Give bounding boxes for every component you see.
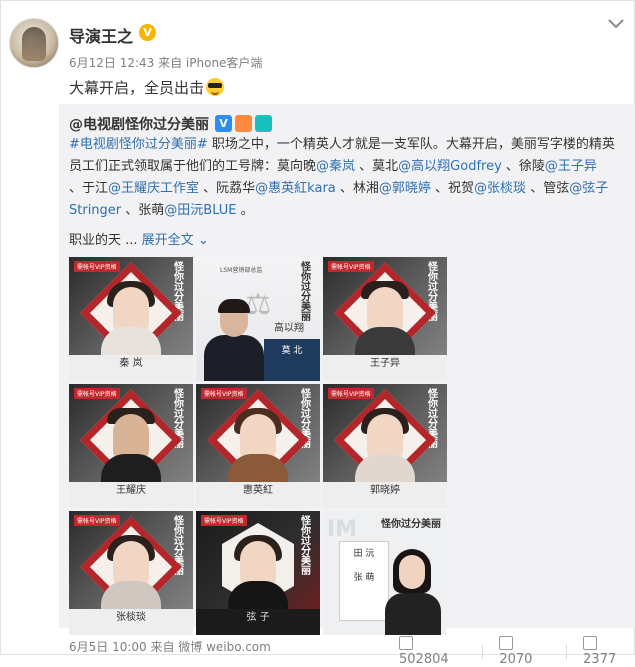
- fire-badge-icon: [235, 115, 252, 132]
- repost-text-line-1: #电视剧怪你过分美丽# 职场之中，一个精英人才就是一支军队。大幕开启，美丽写字楼…: [69, 134, 629, 156]
- comment-button[interactable]: 2070: [499, 636, 550, 667]
- role-badge: 莫 北: [264, 339, 320, 381]
- vip-label: 需帐号VIP资格: [74, 515, 120, 526]
- mention-link[interactable]: @秦岚: [316, 159, 355, 174]
- text-span: 、阮荔华: [199, 181, 256, 196]
- body: [228, 454, 288, 484]
- vip-label: 需帐号VIP资格: [201, 515, 247, 526]
- mention-link[interactable]: @王耀庆工作室: [108, 181, 199, 196]
- mention-link[interactable]: @惠英紅kara: [255, 181, 336, 196]
- name-plate: 张棪琰: [69, 609, 193, 635]
- mention-link[interactable]: #电视剧怪你过分美丽#: [69, 137, 208, 152]
- mention-link[interactable]: Stringer: [69, 203, 121, 218]
- show-logo: 怪你过分美丽: [301, 516, 311, 577]
- mention-link[interactable]: @郭晓婷: [379, 181, 431, 196]
- mention-link[interactable]: @弦子: [569, 181, 608, 196]
- verified-icon: V: [139, 24, 156, 41]
- post-text-content: 大幕开启，全员出击: [69, 79, 205, 97]
- vip-label: 需帐号VIP资格: [328, 261, 374, 272]
- grid-image-5[interactable]: 需帐号VIP资格 怪你过分美丽 惠英紅: [196, 384, 320, 508]
- vip-label: 需帐号VIP资格: [74, 261, 120, 272]
- repost-button[interactable]: 502804: [399, 636, 466, 667]
- body: [355, 327, 415, 357]
- portrait: [204, 297, 264, 381]
- grid-image-9[interactable]: IM 怪你过分美丽 田 沅 张 萌: [323, 511, 447, 635]
- name-plate: 惠英紅: [196, 482, 320, 508]
- like-button[interactable]: 2377: [583, 636, 634, 667]
- grid-image-7[interactable]: 需帐号VIP资格 怪你过分美丽 张棪琰: [69, 511, 193, 635]
- text-span: 员工们正式领取属于他们的工号牌：莫向晚: [69, 159, 317, 174]
- mention-link[interactable]: @高以翔Godfrey: [398, 159, 502, 174]
- divider: [482, 644, 484, 659]
- mention-link[interactable]: @张棪琰: [474, 181, 526, 196]
- expand-row: 职业的天 ... 展开全文 ⌄: [69, 229, 209, 248]
- grid-image-3[interactable]: 需帐号VIP资格 怪你过分美丽 王子异: [323, 257, 447, 381]
- body: [355, 454, 415, 484]
- mention-link[interactable]: @王子异: [545, 159, 597, 174]
- name-plate: 秦 岚: [69, 355, 193, 381]
- text-span: 。: [236, 203, 254, 218]
- grid-image-2[interactable]: LSM营销部总监 怪你过分美丽 ⚖ 高以翔 莫 北: [196, 257, 320, 381]
- text-span: 、林湘: [335, 181, 379, 196]
- repost-text-line-2: 员工们正式领取属于他们的工号牌：莫向晚@秦岚 、莫北@高以翔Godfrey 、徐…: [69, 156, 629, 178]
- vip-label: 需帐号VIP资格: [74, 388, 120, 399]
- repost-author[interactable]: @电视剧怪你过分美丽: [69, 114, 209, 134]
- action-bar: 502804 2070 2377: [399, 636, 634, 667]
- author-name[interactable]: 导演王之: [69, 23, 133, 47]
- avatar[interactable]: [9, 18, 59, 68]
- weibo-post-card: 导演王之 V 6月12日 12:43 来自 iPhone客户端 大幕开启，全员出…: [0, 0, 635, 667]
- repost-icon: [399, 636, 413, 650]
- text-span: 、莫北: [355, 159, 399, 174]
- grid-image-1[interactable]: 需帐号VIP资格 怪你过分美丽 秦 岚: [69, 257, 193, 381]
- grid-image-6[interactable]: 需帐号VIP资格 怪你过分美丽 郭晓婷: [323, 384, 447, 508]
- actor-name: 高以翔: [274, 323, 304, 334]
- expand-full-text-link[interactable]: 展开全文 ⌄: [142, 233, 209, 248]
- portrait: [385, 547, 441, 635]
- repost-text-line-3: 、于江@王耀庆工作室 、阮荔华@惠英紅kara 、林湘@郭晓婷 、祝贺@张棪琰 …: [69, 178, 629, 200]
- text-span: 职场之中，一个精英人才就是一支军队。大幕开启，美丽写字楼的精英: [207, 137, 615, 152]
- grid-image-4[interactable]: 需帐号VIP资格 怪你过分美丽 王耀庆: [69, 384, 193, 508]
- name-plate: 王子异: [323, 355, 447, 381]
- repost-text: #电视剧怪你过分美丽# 职场之中，一个精英人才就是一支军队。大幕开启，美丽写字楼…: [69, 134, 629, 222]
- body: [101, 454, 161, 484]
- divider: [566, 644, 568, 659]
- text-span: 、管弦: [526, 181, 570, 196]
- watermark: IM: [327, 517, 358, 542]
- repost-badges: V: [215, 115, 272, 132]
- text-span: 、张萌: [121, 203, 165, 218]
- eye-badge-icon: [255, 115, 272, 132]
- body: [101, 581, 161, 611]
- body: [228, 581, 288, 611]
- show-logo: 怪你过分美丽: [381, 519, 441, 530]
- name-plate: 王耀庆: [69, 482, 193, 508]
- sunglasses-emoji-icon: [206, 78, 225, 96]
- repost-text-line-4: Stringer 、张萌@田沅BLUE 。: [69, 200, 629, 222]
- comment-icon: [499, 636, 514, 650]
- thumbs-up-icon: [583, 636, 598, 650]
- expand-prefix: 职业的天 ...: [69, 233, 138, 248]
- chevron-down-icon[interactable]: [607, 17, 625, 31]
- mention-link[interactable]: @田沅BLUE: [164, 203, 236, 218]
- name-plate: 弦 子: [196, 609, 320, 635]
- vip-label: 需帐号VIP资格: [328, 388, 374, 399]
- reposted-content[interactable]: @电视剧怪你过分美丽 V #电视剧怪你过分美丽# 职场之中，一个精英人才就是一支…: [59, 104, 635, 635]
- verified-blue-icon: V: [215, 115, 232, 132]
- text-span: 、祝贺: [430, 181, 475, 196]
- company-label: LSM营销部总监: [220, 267, 263, 274]
- text-span: 、于江: [69, 181, 109, 196]
- name-plate: 郭晓婷: [323, 482, 447, 508]
- repost-meta: 6月5日 10:00 来自 微博 weibo.com: [69, 640, 271, 654]
- body: [101, 327, 161, 357]
- id-card: 田 沅 张 萌: [339, 541, 389, 621]
- post-text: 大幕开启，全员出击: [69, 77, 225, 98]
- text-span: 、徐陵: [501, 159, 545, 174]
- grid-image-8[interactable]: 需帐号VIP资格 怪你过分美丽 弦 子: [196, 511, 320, 635]
- post-meta: 6月12日 12:43 来自 iPhone客户端: [69, 56, 263, 70]
- vip-label: 需帐号VIP资格: [201, 388, 247, 399]
